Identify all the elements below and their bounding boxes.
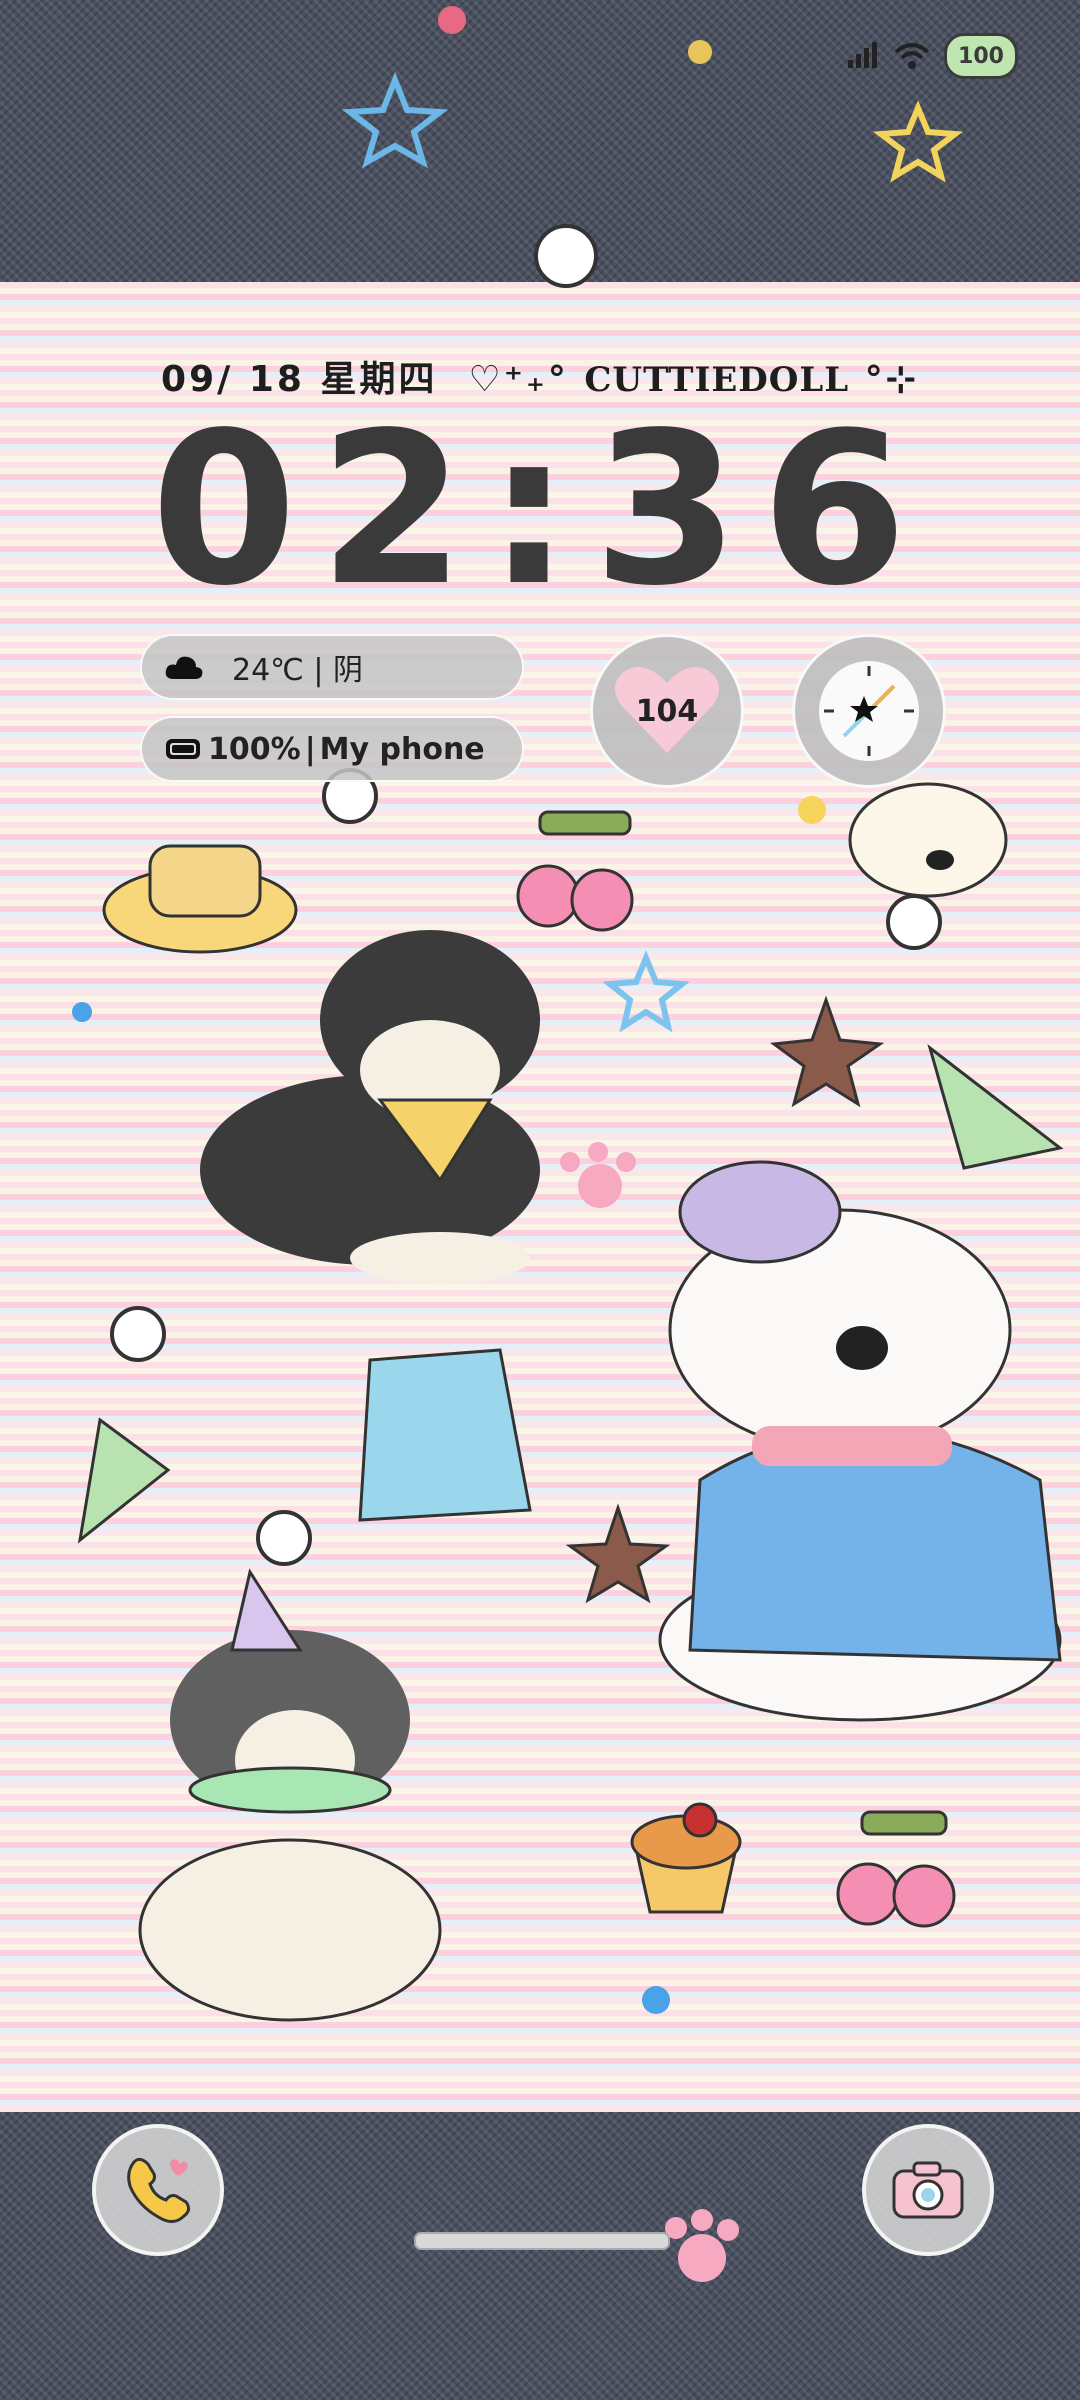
bubble-decoration [534, 224, 598, 288]
status-bar: 100 [846, 33, 1018, 79]
star-decoration [769, 995, 885, 1108]
phone-shortcut-button[interactable] [92, 2124, 224, 2256]
party-hat-decoration [77, 1417, 171, 1544]
camera-shortcut-button[interactable] [862, 2124, 994, 2256]
cupcake-decoration [630, 1802, 742, 1914]
bag-decoration [358, 1348, 532, 1522]
bubble-decoration [110, 1306, 166, 1362]
star-decoration [565, 1503, 671, 1604]
weather-widget[interactable]: 24℃ | 阴 [140, 634, 524, 700]
dot-decoration [798, 796, 826, 824]
compass-icon [819, 661, 919, 761]
battery-percent-text: 100% [208, 731, 301, 767]
dot-decoration [688, 40, 712, 64]
white-dog-illustration [658, 1160, 1062, 1722]
weather-text: 24℃ | 阴 [232, 653, 364, 688]
cherry-decoration [516, 810, 634, 932]
party-dog-illustration [138, 1568, 442, 2022]
bubble-decoration [256, 1510, 312, 1566]
device-battery-widget[interactable]: 100% | My phone [140, 716, 524, 782]
party-hat-decoration [927, 1044, 1064, 1170]
star-decoration [872, 100, 964, 183]
wifi-icon [894, 43, 930, 69]
small-dog-illustration [848, 782, 1008, 898]
camera-icon [892, 2161, 964, 2219]
clock-time: 02:36 [150, 387, 930, 632]
home-indicator-bar[interactable] [414, 2232, 670, 2250]
paw-decoration [560, 1142, 636, 1208]
star-decoration [341, 71, 449, 169]
cherry-decoration [836, 1810, 956, 1928]
signal-icon [848, 42, 877, 68]
heart-value: 104 [635, 693, 699, 729]
dot-decoration [642, 1986, 670, 2014]
separator: | [304, 731, 316, 767]
star-decoration [602, 950, 690, 1033]
battery-outline-icon [166, 739, 200, 759]
dot-decoration [72, 1002, 92, 1022]
teacup-decoration [148, 844, 262, 918]
device-name-text: My phone [319, 731, 485, 767]
dot-decoration [438, 6, 466, 34]
compass-widget[interactable] [792, 634, 946, 788]
battery-icon: 100 [944, 33, 1018, 79]
bubble-decoration [886, 894, 942, 950]
cloud-icon [165, 656, 203, 679]
heart-rate-widget[interactable]: 104 [590, 634, 744, 788]
phone-icon [127, 2157, 191, 2223]
paw-decoration [665, 2209, 739, 2282]
black-dog-illustration [200, 930, 540, 1284]
